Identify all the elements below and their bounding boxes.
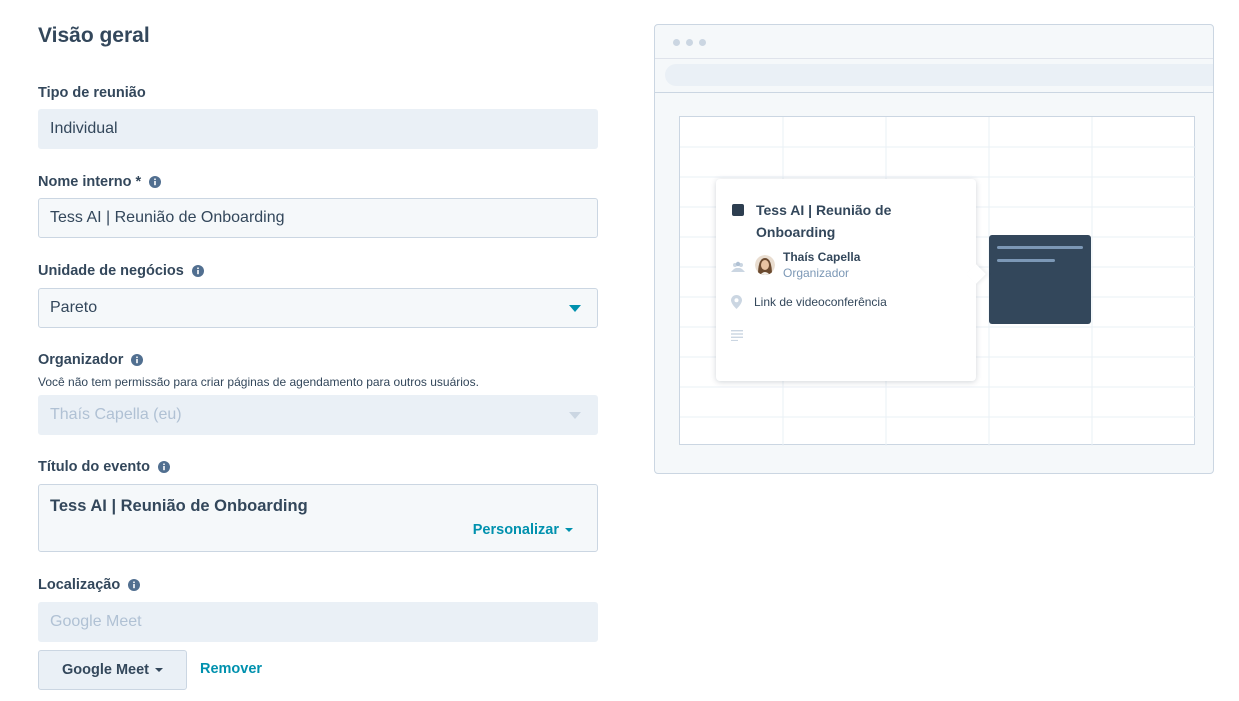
chevron-down-icon [569,412,581,419]
chevron-down-icon [569,305,581,312]
browser-window-bar [655,25,1213,59]
organizer-label: Organizador [38,352,144,368]
internal-name-label-text: Nome interno * [38,174,142,190]
window-dot [673,39,680,46]
business-unit-label: Unidade de negócios [38,263,204,279]
customize-label: Personalizar [472,522,559,538]
browser-address-bar [665,64,1213,86]
remove-location-link[interactable]: Remover [200,661,262,677]
business-unit-label-text: Unidade de negócios [38,263,184,279]
people-icon [731,261,745,272]
event-popover: Tess AI | Reunião de Onboarding Thaís Ca… [716,179,986,381]
meeting-type-label-text: Tipo de reunião [38,85,146,101]
internal-name-label: Nome interno * [38,174,162,190]
organizer-value: Thaís Capella (eu) [50,406,182,423]
event-title-label: Título do evento [38,459,170,475]
calendar-event-block [989,235,1091,324]
meeting-type-field: Individual [38,109,598,149]
page-title: Visão geral [38,24,150,47]
meeting-type-value: Individual [50,120,118,137]
internal-name-value: Tess AI | Reunião de Onboarding [50,209,285,226]
location-pin-icon [731,295,742,309]
organizer-role: Organizador [783,266,850,280]
location-label: Localização [38,577,141,593]
popover-event-title: Tess AI | Reunião de Onboarding [756,202,892,240]
event-placeholder-line [997,246,1083,249]
avatar [755,255,775,275]
customize-dropdown[interactable]: Personalizar [473,522,573,538]
event-title-label-text: Título do evento [38,459,150,475]
info-icon[interactable] [131,354,144,366]
info-icon[interactable] [149,176,162,188]
business-unit-select[interactable]: Pareto [38,288,598,328]
organizer-select: Thaís Capella (eu) [38,395,598,435]
info-icon[interactable] [157,461,170,473]
calendar-preview: Tess AI | Reunião de Onboarding Thaís Ca… [654,24,1214,474]
business-unit-value: Pareto [50,299,98,316]
meeting-type-label: Tipo de reunião [38,85,146,101]
chevron-down-icon [565,528,573,532]
event-title-editor[interactable]: Tess AI | Reunião de Onboarding Personal… [38,484,598,552]
videoconference-link-text: Link de videoconferência [754,295,887,309]
location-type-label: Google Meet [61,662,149,678]
organizer-permission-note: Você não tem permissão para criar página… [38,375,479,389]
window-dot [686,39,693,46]
info-icon[interactable] [191,265,204,277]
browser-address-row [655,59,1213,93]
event-placeholder-line [997,259,1055,262]
event-title-value: Tess AI | Reunião de Onboarding [50,497,308,515]
location-type-button[interactable]: Google Meet [38,650,187,690]
info-icon[interactable] [128,579,141,591]
organizer-label-text: Organizador [38,352,124,368]
description-icon [731,330,743,341]
location-placeholder: Google Meet [50,613,142,630]
window-dot [699,39,706,46]
event-color-square [732,204,744,216]
location-field: Google Meet [38,602,598,642]
location-label-text: Localização [38,577,121,593]
internal-name-input[interactable]: Tess AI | Reunião de Onboarding [38,198,598,238]
chevron-down-icon [155,668,163,672]
organizer-name: Thaís Capella [783,250,861,264]
